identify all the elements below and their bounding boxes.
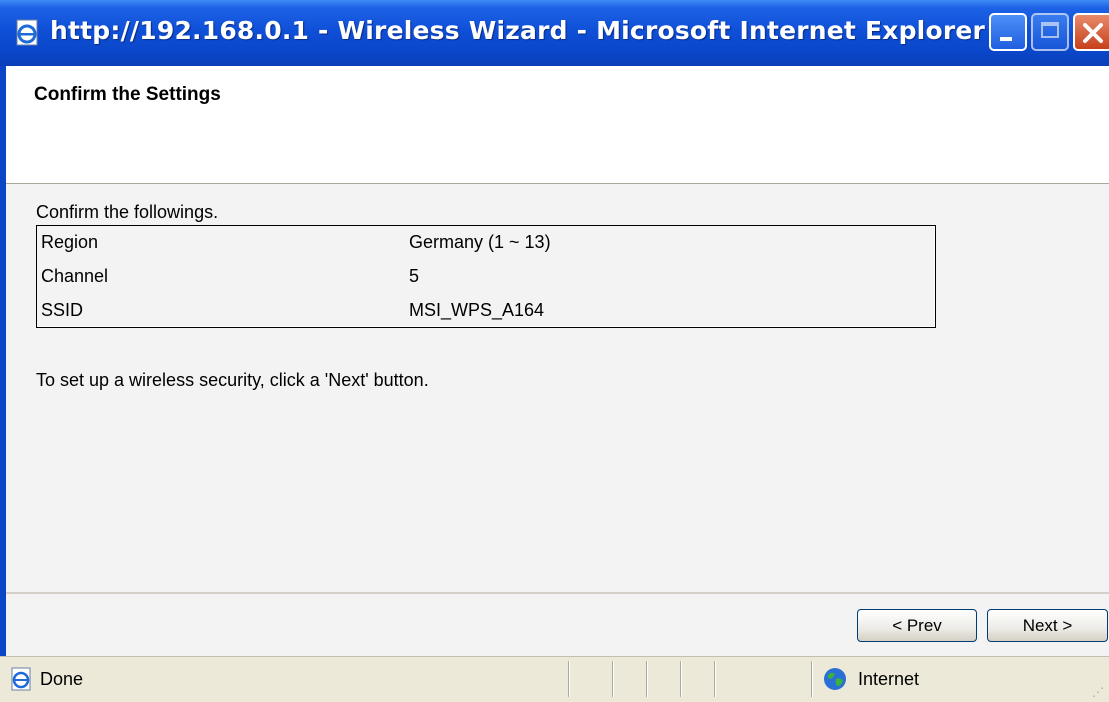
status-divider: [646, 661, 647, 697]
status-divider: [612, 661, 613, 697]
status-divider: [811, 661, 812, 697]
table-row: Region Germany (1 ~ 13): [37, 226, 936, 260]
status-bar: Done Internet ⋰: [0, 656, 1109, 702]
next-button[interactable]: Next >: [987, 609, 1108, 642]
status-divider: [568, 661, 569, 697]
status-divider: [680, 661, 681, 697]
ie-page-icon: [16, 19, 38, 46]
page-title: Confirm the Settings: [34, 84, 221, 105]
setting-label: Region: [41, 232, 99, 253]
setting-value: MSI_WPS_A164: [409, 299, 545, 320]
settings-table: Region Germany (1 ~ 13) Channel 5 SSID M…: [36, 225, 936, 328]
instruction-text: To set up a wireless security, click a '…: [36, 370, 429, 390]
window-title: http://192.168.0.1 - Wireless Wizard - M…: [50, 16, 986, 45]
status-divider: [714, 661, 715, 697]
setting-label: Channel: [41, 265, 109, 286]
wizard-page: Confirm the Settings Confirm the followi…: [6, 66, 1109, 658]
setting-label: SSID: [41, 299, 84, 320]
security-zone-label: Internet: [858, 669, 920, 689]
close-button[interactable]: [1073, 13, 1109, 51]
status-text: Done: [40, 669, 84, 689]
title-bar[interactable]: http://192.168.0.1 - Wireless Wizard - M…: [0, 0, 1109, 66]
wizard-body: Confirm the followings. Region Germany (…: [6, 184, 1109, 592]
maximize-button[interactable]: [1031, 13, 1069, 51]
intro-text: Confirm the followings.: [36, 202, 219, 222]
table-row: Channel 5: [37, 260, 936, 294]
setting-value: Germany (1 ~ 13): [409, 232, 551, 253]
close-icon: [1083, 23, 1103, 43]
minimize-button[interactable]: [989, 13, 1027, 51]
button-bar: < Prev Next >: [6, 592, 1109, 658]
wizard-header: Confirm the Settings: [6, 66, 1109, 184]
setting-value: 5: [409, 265, 420, 286]
table-row: SSID MSI_WPS_A164: [37, 293, 936, 327]
prev-button[interactable]: < Prev: [857, 609, 977, 642]
globe-icon: [824, 668, 846, 690]
resize-grip[interactable]: ⋰: [1092, 685, 1104, 699]
ie-page-icon: [11, 667, 31, 691]
